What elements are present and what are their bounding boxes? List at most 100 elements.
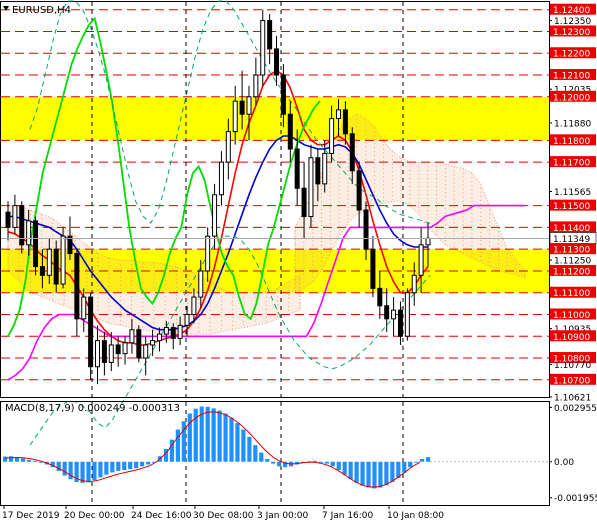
macd-bar — [259, 452, 264, 462]
level-price-label: 1.10700 — [553, 376, 590, 386]
candle-body — [212, 194, 218, 237]
macd-bar — [86, 461, 91, 483]
macd-bar — [104, 461, 109, 475]
macd-bar — [378, 461, 383, 488]
price-tick-label: 1.10621 — [554, 394, 591, 404]
macd-tick-label: 0.002955 — [554, 404, 597, 414]
macd-bar — [342, 461, 347, 475]
candle-body — [308, 157, 314, 218]
macd-bar — [62, 461, 67, 476]
candle-body — [260, 20, 266, 76]
candle-body — [218, 161, 224, 196]
macd-bar — [330, 461, 335, 467]
macd-bar — [205, 406, 210, 462]
price-tick-label: 1.11565 — [554, 188, 591, 198]
macd-bar — [134, 461, 139, 469]
macd-bar — [187, 413, 192, 462]
level-price-label: 1.11000 — [553, 311, 590, 321]
candle-body — [156, 333, 162, 342]
level-price-label: 1.11800 — [553, 137, 590, 147]
price-tick-label: 1.11880 — [554, 119, 591, 129]
candle-body — [129, 329, 135, 344]
macd-bar — [348, 461, 353, 480]
level-price-label: 1.11100 — [553, 289, 590, 299]
candle-body — [150, 340, 156, 346]
level-price-label: 1.12200 — [553, 50, 590, 60]
candle-body — [53, 248, 59, 285]
candle-body — [384, 305, 390, 320]
macd-bar — [110, 461, 115, 473]
candle-body — [26, 220, 32, 246]
macd-bar — [277, 461, 282, 467]
candle-body — [205, 235, 211, 272]
candle-body — [5, 211, 11, 228]
candle-body — [287, 113, 293, 150]
candle-body — [280, 74, 286, 115]
candle-body — [315, 157, 321, 185]
candle-body — [39, 266, 45, 276]
macd-title: MACD(8,17,9) 0.000249 -0.000313 — [5, 403, 180, 414]
candle-body — [267, 20, 273, 50]
macd-bar — [217, 410, 222, 462]
macd-bar — [360, 461, 365, 486]
candle-body — [301, 187, 307, 218]
macd-bar — [8, 456, 14, 462]
macd-bar — [384, 461, 389, 486]
candle-body — [115, 344, 121, 355]
macd-bar — [235, 423, 240, 462]
macd-bar — [265, 458, 270, 462]
candle-body — [232, 100, 238, 133]
candle-body — [12, 205, 18, 228]
macd-bar — [354, 461, 359, 483]
candle-body — [274, 48, 280, 76]
candle-body — [411, 274, 417, 294]
candle-body — [163, 327, 169, 335]
candle-body — [322, 152, 328, 185]
macd-bar — [3, 456, 8, 462]
macd-bar — [312, 460, 318, 462]
candle-body — [253, 74, 259, 98]
macd-bar — [229, 417, 234, 462]
macd-bar — [26, 459, 32, 462]
macd-bar — [390, 461, 395, 482]
macd-tick-label: -0.001955 — [554, 494, 597, 504]
level-price-label: 1.11700 — [553, 159, 590, 169]
level-price-label: 1.11500 — [553, 202, 590, 212]
macd-bar — [211, 408, 216, 462]
macd-bar — [372, 461, 377, 489]
candle-body — [81, 296, 87, 320]
candle-body — [363, 209, 369, 250]
level-price-label: 1.12400 — [553, 6, 590, 16]
level-price-label: 1.10900 — [553, 333, 590, 343]
macd-bar — [20, 458, 26, 462]
price-tick-label: 1.10770 — [554, 361, 591, 371]
candle-body — [60, 235, 66, 285]
candle-body — [404, 292, 410, 337]
macd-bar — [247, 436, 252, 462]
macd-bar — [253, 445, 258, 462]
candle-body — [184, 313, 190, 326]
macd-bar — [271, 461, 276, 464]
candle-body — [391, 309, 397, 320]
time-tick-label: 10 Jan 08:00 — [387, 511, 444, 521]
macd-bar — [408, 461, 413, 468]
macd-bar — [223, 413, 228, 462]
macd-bar — [324, 461, 329, 464]
chart-title: EURUSD,H4 — [12, 5, 71, 16]
candle-body — [335, 109, 341, 120]
candle-body — [95, 340, 101, 368]
candle-body — [377, 287, 383, 307]
time-tick-label: 30 Dec 08:00 — [193, 511, 254, 521]
macd-tick-label: 0.00 — [554, 458, 574, 468]
candle-body — [370, 248, 376, 289]
macd-bar — [414, 461, 419, 463]
macd-bar — [122, 461, 127, 471]
candle-body — [246, 96, 252, 115]
candle-body — [349, 133, 355, 172]
time-tick-label: 7 Jan 16:00 — [322, 511, 374, 521]
candle-body — [191, 296, 197, 315]
candle-body — [356, 170, 362, 211]
macd-bar — [98, 461, 103, 478]
level-price-label: 1.12300 — [553, 28, 590, 38]
macd-bar — [116, 461, 121, 471]
